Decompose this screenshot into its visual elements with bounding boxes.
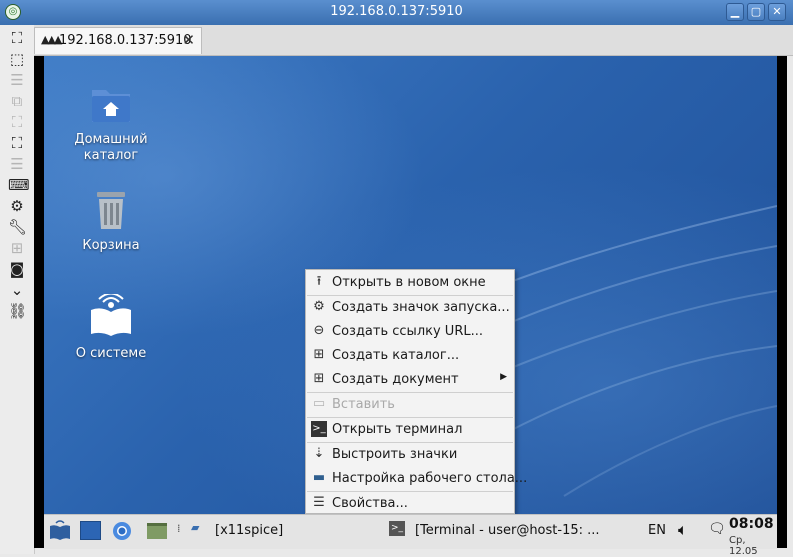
menu-item-open-new-window[interactable]: ⭱ Открыть в новом окне: [306, 271, 514, 294]
taskbar-item-x11spice[interactable]: [x11spice]: [215, 523, 283, 538]
minimize-button[interactable]: ▁: [726, 3, 744, 21]
window-title: 192.168.0.137:5910: [330, 4, 463, 19]
disconnect-link-icon[interactable]: ⛓: [8, 302, 27, 320]
shrink-icon[interactable]: ⛶: [8, 134, 26, 152]
about-system-book-icon: [91, 294, 131, 336]
add-icon[interactable]: ⊞: [8, 239, 26, 257]
window-titlebar: ◎ 192.168.0.137:5910 ▁ ▢ ✕: [0, 0, 793, 25]
add-document-icon: ⊞: [313, 371, 325, 386]
terminal-icon: >_: [311, 421, 327, 437]
home-label-line1: Домашний: [74, 132, 148, 147]
menu-lines-icon[interactable]: ☰: [8, 155, 26, 173]
fit-screen-icon[interactable]: ⬚: [8, 50, 26, 68]
trash-label: Корзина: [82, 238, 140, 253]
terminal-task-icon: >_: [389, 521, 405, 536]
browser-icon[interactable]: [112, 521, 132, 541]
chevron-down-icon[interactable]: ⌄: [8, 281, 26, 299]
keyboard-layout-indicator[interactable]: EN: [648, 523, 666, 538]
upload-arrow-icon: ⭱: [316, 274, 322, 289]
list-lines-icon: ☰: [313, 495, 325, 510]
tab-remote-session[interactable]: ▲▲▲ 192.168.0.137:5910 ✕: [34, 27, 202, 54]
screenshot-camera-icon[interactable]: ◙: [8, 260, 26, 278]
clipboard-icon: ▭: [312, 396, 326, 411]
x11spice-task-icon: ▰: [191, 521, 200, 534]
desktop-icon-trash[interactable]: Корзина: [56, 188, 166, 254]
sort-arrow-icon: ⇣: [313, 446, 325, 461]
menu-item-properties[interactable]: ☰ Свойства...: [306, 492, 514, 515]
desktop-icon-about[interactable]: О системе: [56, 294, 166, 362]
home-label-line2: каталог: [83, 148, 139, 163]
dynamic-resize-icon[interactable]: ⛶: [8, 113, 26, 131]
volume-speaker-icon[interactable]: 🔈︎: [678, 520, 688, 540]
about-label: О системе: [75, 346, 147, 361]
gear-icon: ⚙: [313, 299, 325, 314]
tools-wrench-icon[interactable]: 🔧︎: [8, 218, 27, 236]
menu-item-create-url-link[interactable]: ⊖ Создать ссылку URL...: [306, 320, 514, 343]
notification-chat-icon[interactable]: 🗨︎: [708, 521, 726, 537]
grab-window-icon[interactable]: ⧉: [8, 92, 26, 110]
tab-label: 192.168.0.137:5910: [59, 33, 192, 48]
remmina-tab-icon: ▲▲▲: [41, 33, 62, 46]
menu-item-create-folder[interactable]: ⊞ Создать каталог...: [306, 344, 514, 367]
submenu-arrow-icon: ▶: [500, 372, 507, 382]
menu-item-paste: ▭ Вставить: [312, 396, 395, 412]
menu-item-open-terminal[interactable]: >_ Открыть терминал: [306, 418, 514, 441]
trash-icon: [97, 192, 125, 229]
tab-strip: ▲▲▲ 192.168.0.137:5910 ✕: [34, 25, 793, 56]
home-folder-icon: [92, 90, 130, 122]
desktop-icon-home[interactable]: Домашний каталог: [56, 82, 166, 164]
show-desktop-icon[interactable]: [80, 521, 101, 540]
link-icon: ⊖: [313, 323, 325, 338]
keyboard-icon[interactable]: ⌨: [8, 176, 30, 194]
taskbar-item-terminal[interactable]: [Terminal - user@host-15: ...: [415, 523, 600, 538]
scale-icon[interactable]: ☰: [8, 71, 26, 89]
clock-time[interactable]: 08:08: [729, 516, 774, 532]
menu-item-arrange-icons[interactable]: ⇣ Выстроить значки: [306, 443, 514, 466]
preferences-gear-icon[interactable]: ⚙: [8, 197, 26, 215]
menu-item-create-document[interactable]: ⊞ Создать документ ▶: [306, 368, 514, 391]
close-button[interactable]: ✕: [768, 3, 786, 21]
fullscreen-icon[interactable]: ⛶: [8, 29, 26, 47]
maximize-button[interactable]: ▢: [747, 3, 765, 21]
separator-dots-icon: ⁞: [177, 522, 181, 535]
menu-item-create-launcher[interactable]: ⚙ Создать значок запуска...: [306, 296, 514, 319]
start-menu-book-icon[interactable]: [48, 520, 72, 542]
tab-close-icon[interactable]: ✕: [182, 31, 195, 49]
desktop-context-menu: ⭱ Открыть в новом окне ⚙ Создать значок …: [305, 269, 527, 515]
taskbar: ⁞ ▰ [x11spice] >_ [Terminal - user@host-…: [44, 514, 777, 557]
add-folder-icon: ⊞: [313, 347, 325, 362]
file-manager-icon[interactable]: [147, 523, 167, 539]
desktop-settings-icon: ▬: [312, 470, 326, 485]
left-toolbar: ⛶ ⬚ ☰ ⧉ ⛶ ⛶ ☰ ⌨ ⚙ 🔧︎ ⊞ ◙ ⌄ ⛓: [0, 25, 35, 554]
menu-item-desktop-settings[interactable]: ▬ Настройка рабочего стола...: [306, 467, 527, 490]
